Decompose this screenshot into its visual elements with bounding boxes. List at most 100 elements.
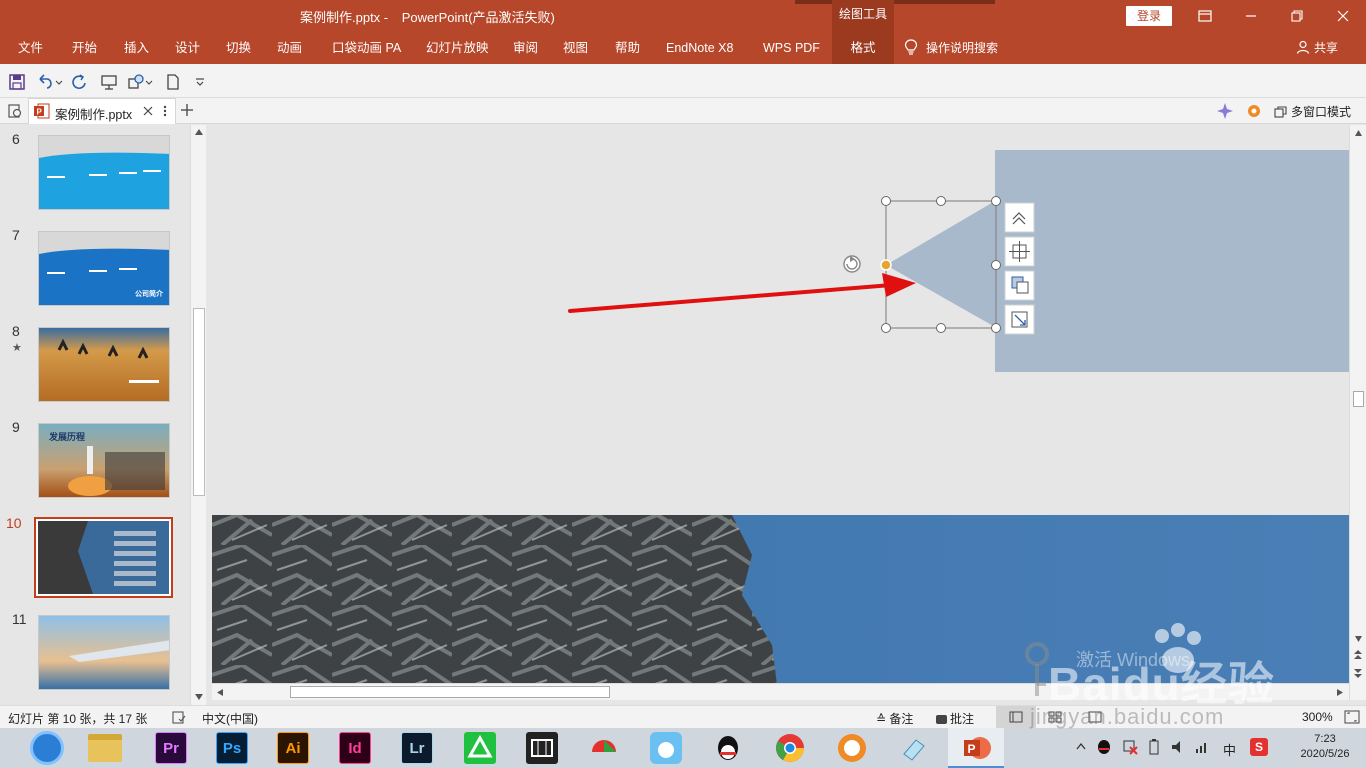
resize-crop-icon[interactable] bbox=[1004, 304, 1035, 335]
tab-home[interactable]: 开始 bbox=[72, 32, 97, 64]
slide-thumbnail-10-selected[interactable] bbox=[34, 517, 173, 598]
selected-triangle-shape[interactable] bbox=[886, 201, 995, 327]
new-tab-icon[interactable] bbox=[180, 103, 194, 117]
slide-sorter-icon[interactable] bbox=[1048, 711, 1062, 723]
sogou-ime-icon[interactable]: S bbox=[1250, 738, 1268, 756]
shape-adjust-handle[interactable] bbox=[880, 259, 892, 271]
network-error-icon[interactable] bbox=[1122, 739, 1138, 755]
photoshop-icon[interactable]: Ps bbox=[216, 732, 248, 764]
tab-help[interactable]: 帮助 bbox=[615, 32, 640, 64]
ribbon-display-options-icon[interactable] bbox=[1182, 0, 1228, 32]
presentation-from-start-icon[interactable] bbox=[100, 73, 118, 91]
undo-icon[interactable] bbox=[36, 73, 54, 91]
gear-icon[interactable] bbox=[1245, 102, 1263, 120]
scroll-up-icon[interactable] bbox=[194, 128, 204, 136]
volume-icon[interactable] bbox=[1170, 739, 1186, 755]
more-icon[interactable] bbox=[163, 105, 167, 117]
powerpoint-taskbar-item[interactable]: P bbox=[948, 728, 1004, 768]
tab-pocket-animation[interactable]: 口袋动画 PA bbox=[332, 32, 401, 64]
signal-icon[interactable] bbox=[1194, 739, 1210, 755]
browser-360-icon[interactable] bbox=[30, 731, 64, 765]
new-document-icon[interactable] bbox=[164, 73, 182, 91]
horizontal-scroll-thumb[interactable] bbox=[290, 686, 610, 698]
restore-icon[interactable] bbox=[1274, 0, 1320, 32]
login-button[interactable]: 登录 bbox=[1126, 6, 1172, 26]
fox-browser-icon[interactable] bbox=[836, 732, 868, 764]
sparkle-icon[interactable] bbox=[1216, 102, 1234, 120]
slide-thumbnail-8[interactable] bbox=[38, 327, 170, 402]
tab-file[interactable]: 文件 bbox=[18, 32, 43, 64]
thumbnail-scroll-thumb[interactable] bbox=[193, 308, 205, 496]
tab-format[interactable]: 格式 bbox=[832, 32, 894, 64]
chrome-icon[interactable] bbox=[774, 732, 806, 764]
multi-window-mode[interactable]: 多窗口模式 bbox=[1274, 103, 1351, 120]
zoom-level[interactable]: 300% bbox=[1302, 710, 1333, 724]
scroll-left-icon[interactable] bbox=[216, 688, 224, 697]
canvas-horizontal-scrollbar[interactable] bbox=[212, 683, 1349, 700]
umbrella-app-icon[interactable] bbox=[588, 732, 620, 764]
fit-to-window-icon[interactable] bbox=[1344, 710, 1360, 724]
comments-button[interactable]: 批注 bbox=[936, 710, 974, 727]
tab-insert[interactable]: 插入 bbox=[124, 32, 149, 64]
slide-editing-canvas[interactable] bbox=[212, 125, 1350, 685]
slide-thumbnail-9[interactable]: 发展历程 bbox=[38, 423, 170, 498]
redo-icon[interactable] bbox=[70, 73, 88, 91]
align-center-icon[interactable] bbox=[1004, 236, 1035, 267]
tab-slideshow[interactable]: 幻灯片放映 bbox=[426, 32, 489, 64]
qq-tray-icon[interactable] bbox=[1096, 738, 1112, 756]
lightroom-icon[interactable]: Lr bbox=[401, 732, 433, 764]
arrange-layers-icon[interactable] bbox=[1004, 270, 1035, 301]
green-app-icon[interactable] bbox=[464, 732, 496, 764]
battery-icon[interactable] bbox=[1146, 739, 1162, 755]
undo-dropdown-icon[interactable] bbox=[55, 73, 63, 91]
canvas-vertical-scrollbar[interactable] bbox=[1349, 125, 1366, 700]
blue-rectangle-shape[interactable] bbox=[995, 150, 1350, 372]
tab-transitions[interactable]: 切换 bbox=[226, 32, 251, 64]
slide-thumbnail-11[interactable] bbox=[38, 615, 170, 690]
tab-review[interactable]: 审阅 bbox=[513, 32, 538, 64]
next-slide-icon[interactable] bbox=[1353, 667, 1363, 679]
reading-view-icon[interactable] bbox=[1088, 711, 1102, 723]
scroll-up-icon[interactable] bbox=[1354, 129, 1363, 137]
eraser-app-icon[interactable] bbox=[898, 732, 930, 764]
vertical-scroll-thumb[interactable] bbox=[1353, 391, 1364, 407]
premiere-icon[interactable]: Pr bbox=[155, 732, 187, 764]
show-hidden-icons-icon[interactable] bbox=[1076, 742, 1086, 750]
language-indicator[interactable]: 中文(中国) bbox=[202, 710, 258, 727]
illustrator-icon[interactable]: Ai bbox=[277, 732, 309, 764]
indesign-icon[interactable]: Id bbox=[339, 732, 371, 764]
close-tab-icon[interactable] bbox=[143, 106, 153, 116]
scroll-down-icon[interactable] bbox=[1354, 635, 1363, 643]
thumbnail-scrollbar[interactable] bbox=[190, 125, 206, 705]
close-icon[interactable] bbox=[1320, 0, 1366, 32]
shapes-icon[interactable] bbox=[127, 73, 145, 91]
notes-button[interactable]: ≙ 备注 bbox=[876, 710, 913, 727]
minimize-icon[interactable] bbox=[1228, 0, 1274, 32]
tell-me-search[interactable]: 操作说明搜索 bbox=[904, 32, 998, 64]
file-explorer-icon[interactable] bbox=[88, 734, 122, 762]
tab-design[interactable]: 设计 bbox=[175, 32, 200, 64]
previous-slide-icon[interactable] bbox=[1353, 649, 1363, 661]
tab-animations[interactable]: 动画 bbox=[277, 32, 302, 64]
normal-view-button[interactable] bbox=[996, 706, 1036, 728]
qq-icon[interactable] bbox=[712, 732, 744, 764]
scroll-down-icon[interactable] bbox=[194, 693, 204, 701]
tab-endnote[interactable]: EndNote X8 bbox=[666, 32, 733, 64]
document-tab[interactable]: P 案例制作.pptx bbox=[28, 98, 176, 124]
input-method-indicator[interactable]: 中 bbox=[1223, 740, 1236, 759]
customize-toolbar-icon[interactable] bbox=[194, 73, 206, 91]
scroll-right-icon[interactable] bbox=[1336, 688, 1344, 697]
slide-thumbnail-6[interactable] bbox=[38, 135, 170, 210]
slide-thumbnail-7[interactable]: 公司简介 bbox=[38, 231, 170, 306]
system-clock[interactable]: 7:23 2020/5/26 bbox=[1290, 732, 1360, 762]
tab-view[interactable]: 视图 bbox=[563, 32, 588, 64]
layout-options-icon[interactable] bbox=[1004, 202, 1035, 233]
share-button[interactable]: 共享 bbox=[1296, 32, 1338, 64]
rotate-handle-icon[interactable] bbox=[843, 255, 861, 273]
save-icon[interactable] bbox=[8, 73, 26, 91]
shapes-dropdown-icon[interactable] bbox=[145, 73, 153, 91]
tab-list-icon[interactable] bbox=[7, 103, 23, 119]
spellcheck-icon[interactable] bbox=[172, 711, 186, 724]
video-editor-icon[interactable] bbox=[526, 732, 558, 764]
tab-wps-pdf[interactable]: WPS PDF bbox=[763, 32, 820, 64]
